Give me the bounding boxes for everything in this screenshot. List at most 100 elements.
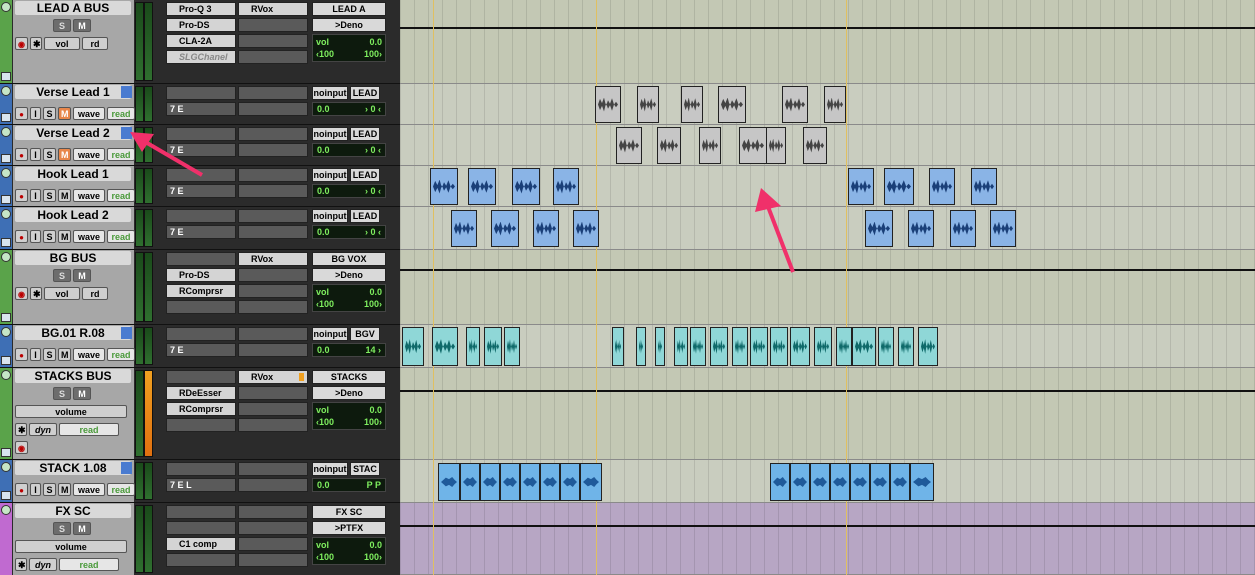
audio-clip[interactable] xyxy=(655,327,665,366)
audio-clip[interactable] xyxy=(850,463,870,501)
audio-clip[interactable] xyxy=(520,463,540,501)
audio-clip[interactable] xyxy=(560,463,580,501)
audio-clip[interactable] xyxy=(814,327,832,366)
dyn-label[interactable]: dyn xyxy=(29,423,57,436)
track-select-indicator[interactable] xyxy=(121,86,132,98)
audio-clip[interactable] xyxy=(790,327,810,366)
output-select[interactable]: LEAD xyxy=(350,86,380,100)
audio-clip[interactable] xyxy=(402,327,424,366)
input-select[interactable]: FX SC xyxy=(312,505,386,519)
send-slot[interactable] xyxy=(238,184,308,198)
asterisk-button[interactable]: ✱ xyxy=(30,287,42,300)
volume-display[interactable]: vol 0.0 ‹100 100› xyxy=(312,402,386,430)
send-slot[interactable] xyxy=(238,284,308,298)
track-select-indicator[interactable] xyxy=(121,127,132,139)
audio-clip[interactable] xyxy=(890,463,910,501)
audio-clip[interactable] xyxy=(681,86,703,123)
automation-mode-select[interactable]: read xyxy=(59,423,119,436)
input-monitor-button[interactable]: I xyxy=(30,107,41,120)
output-select[interactable]: >PTFX xyxy=(312,521,386,535)
audio-clip[interactable] xyxy=(432,327,458,366)
timeline-row-hook-lead-2[interactable] xyxy=(400,207,1255,250)
send-slot[interactable] xyxy=(238,343,308,357)
insert-slot[interactable] xyxy=(166,127,236,141)
send-slot[interactable]: RVox xyxy=(238,252,308,266)
insert-slot[interactable] xyxy=(166,209,236,223)
automation-mode-select[interactable]: read xyxy=(107,348,135,361)
audio-clip[interactable] xyxy=(929,168,955,205)
audio-clip[interactable] xyxy=(790,463,810,501)
record-button[interactable]: ● xyxy=(15,189,28,202)
insert-slot[interactable]: CLA-2A xyxy=(166,34,236,48)
send-slot[interactable] xyxy=(238,18,308,32)
send-slot[interactable] xyxy=(238,34,308,48)
mute-button[interactable]: M xyxy=(58,348,71,361)
solo-button[interactable]: S xyxy=(43,230,56,243)
track-active-dot[interactable] xyxy=(1,86,11,96)
track-name[interactable]: STACKS BUS xyxy=(15,369,131,383)
audio-clip[interactable] xyxy=(430,168,458,205)
input-select[interactable]: noinput xyxy=(312,127,348,141)
dyn-label[interactable]: dyn xyxy=(29,558,57,571)
input-select[interactable]: STACKS xyxy=(312,370,386,384)
audio-clip[interactable] xyxy=(910,463,934,501)
volume-display[interactable]: vol 0.0 ‹100 100› xyxy=(312,537,386,565)
track-color-bar[interactable] xyxy=(0,250,12,324)
timeline-row-fx-sc[interactable] xyxy=(400,503,1255,575)
send-slot[interactable] xyxy=(238,86,308,100)
mute-button[interactable]: M xyxy=(58,107,71,120)
audio-clip[interactable] xyxy=(884,168,914,205)
solo-button[interactable]: S xyxy=(43,148,56,161)
volume-display[interactable]: 0.0 14 › xyxy=(312,343,386,357)
mute-button[interactable]: M xyxy=(73,269,91,282)
track-color-bar[interactable] xyxy=(0,325,12,367)
input-monitor-button[interactable]: I xyxy=(30,189,41,202)
audio-clip[interactable] xyxy=(533,210,559,247)
audio-clip[interactable] xyxy=(504,327,520,366)
solo-button[interactable]: S xyxy=(53,269,71,282)
output-select[interactable]: >Deno xyxy=(312,386,386,400)
audio-clip[interactable] xyxy=(460,463,480,501)
solo-button[interactable]: S xyxy=(43,189,56,202)
input-monitor-button[interactable]: I xyxy=(30,148,41,161)
automation-mode-select[interactable]: read xyxy=(59,558,119,571)
output-select[interactable]: BGV xyxy=(350,327,380,341)
track-active-dot[interactable] xyxy=(1,127,11,137)
send-slot[interactable] xyxy=(238,505,308,519)
dsp-slot[interactable]: 7 E xyxy=(166,102,236,116)
track-color-bar[interactable] xyxy=(0,84,12,124)
send-slot[interactable]: RVox xyxy=(238,370,308,384)
send-slot[interactable]: RVox xyxy=(238,2,308,16)
audio-clip[interactable] xyxy=(824,86,846,123)
audio-clip[interactable] xyxy=(491,210,519,247)
audio-clip[interactable] xyxy=(739,127,767,164)
audio-clip[interactable] xyxy=(918,327,938,366)
target-icon[interactable]: ◉ xyxy=(15,287,28,300)
dsp-slot[interactable]: 7 E L xyxy=(166,478,236,492)
send-slot[interactable] xyxy=(238,102,308,116)
track-color-bar[interactable] xyxy=(0,460,12,502)
track-folder-icon[interactable] xyxy=(1,113,11,122)
send-slot[interactable] xyxy=(238,418,308,432)
audio-clip[interactable] xyxy=(636,327,646,366)
track-folder-icon[interactable] xyxy=(1,448,11,457)
timeline-row-lead-a-bus[interactable] xyxy=(400,0,1255,84)
target-icon[interactable]: ◉ xyxy=(15,37,28,50)
insert-slot[interactable]: RComprsr xyxy=(166,284,236,298)
dsp-slot[interactable]: 7 E xyxy=(166,184,236,198)
send-slot[interactable] xyxy=(238,168,308,182)
record-button[interactable]: ● xyxy=(15,148,28,161)
insert-slot[interactable] xyxy=(166,168,236,182)
insert-slot[interactable] xyxy=(166,252,236,266)
timeline-row-bg-bus[interactable] xyxy=(400,250,1255,325)
audio-clip[interactable] xyxy=(852,327,876,366)
audio-clip[interactable] xyxy=(500,463,520,501)
track-folder-icon[interactable] xyxy=(1,154,11,163)
send-slot[interactable] xyxy=(238,225,308,239)
audio-clip[interactable] xyxy=(971,168,997,205)
audio-clip[interactable] xyxy=(484,327,502,366)
track-name[interactable]: BG.01 R.08 xyxy=(15,326,131,340)
audio-clip[interactable] xyxy=(438,463,460,501)
insert-slot[interactable]: RComprsr xyxy=(166,402,236,416)
audio-clip[interactable] xyxy=(830,463,850,501)
